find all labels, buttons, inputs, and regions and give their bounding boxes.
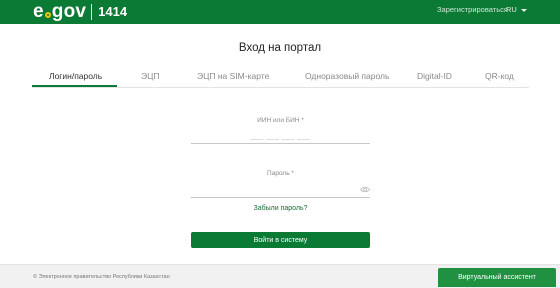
caret-down-icon [520,8,527,12]
tab-eds-sim[interactable]: ЭЦП на SIM-карте [197,71,269,81]
logo-number: 1414 [98,4,128,19]
tab-login-password[interactable]: Логин/пароль [49,71,102,81]
tab-one-time-password[interactable]: Одноразовый пароль [305,71,389,81]
egov-logo[interactable]: e gov 1414 [33,1,127,23]
iin-input[interactable] [191,130,370,144]
logo-dot-icon [44,12,51,18]
login-submit-button[interactable]: Войти в систему [191,232,370,248]
active-tab-indicator [32,85,117,87]
tab-digital-id[interactable]: Digital-ID [417,71,452,81]
page-title: Вход на портал [238,42,322,54]
register-link[interactable]: Зарегистрироваться [437,5,508,15]
logo-divider [91,4,93,20]
password-input[interactable] [191,184,370,198]
copyright-text: © Электронное правительство Республики К… [33,274,170,280]
top-header: e gov 1414 Зарегистрироваться RU [0,0,560,24]
logo-text-right: gov [51,1,87,22]
virtual-assistant-button[interactable]: Виртуальный ассистент [438,268,556,287]
show-password-eye-icon[interactable] [360,186,370,193]
forgot-password-link[interactable]: Забыли пароль? [191,205,370,212]
password-label: Пароль * [267,170,294,177]
iin-label: ИИН или БИН * [257,117,304,124]
language-label: RU [506,5,517,14]
login-method-tabs: Логин/пароль ЭЦП ЭЦП на SIM-карте Однора… [32,68,529,88]
tab-qr-code[interactable]: QR-код [485,71,514,81]
logo-text-left: e [33,1,44,22]
language-selector[interactable]: RU [506,5,527,15]
tab-eds[interactable]: ЭЦП [141,71,160,81]
